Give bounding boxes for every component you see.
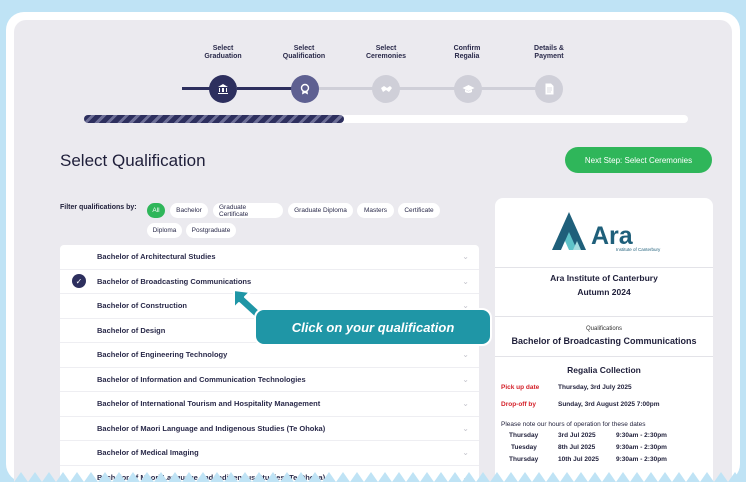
step-qualification[interactable] [291,75,319,103]
step-label-qualification: Select Qualification [282,45,326,60]
page-title: Select Qualification [60,151,206,170]
instruction-callout: Click on your qualification [254,308,492,346]
chevron-down-icon: ⌄ [462,399,469,409]
hours-time: 9:30am - 2:30pm [616,432,667,439]
qualification-name: Bachelor of Information and Communicatio… [97,374,306,384]
divider [495,316,713,317]
chevron-down-icon: ⌄ [462,252,469,262]
booking-panel: Select Graduation Select Qualification Sel… [14,20,732,482]
step-label-regalia: Confirm Regalia [453,45,481,60]
pickup-label: Pick up date [501,384,540,391]
check-icon: ✓ [72,274,86,289]
filter-chip-all[interactable]: All [147,203,165,218]
chevron-down-icon: ⌄ [462,448,469,458]
qualification-name: Bachelor of Broadcasting Communications [97,276,252,286]
filter-chip-graduate-certificate[interactable]: Graduate Certificate [213,203,283,218]
filter-chip-graduate-diploma[interactable]: Graduate Diploma [288,203,353,218]
qualification-name: Bachelor of Engineering Technology [97,350,228,360]
bank-icon [218,84,228,94]
next-step-button[interactable]: Next Step: Select Ceremonies [565,147,712,173]
hours-time: 9:30am - 2:30pm [616,456,667,463]
step-graduation[interactable] [209,75,237,103]
filter-chip-bachelor[interactable]: Bachelor [170,203,208,218]
qualification-name: Bachelor of International Tourism and Ho… [97,399,321,409]
mortarboard-icon [462,85,474,93]
qualification-item[interactable]: Bachelor of Maori Language and Indigenou… [60,417,479,441]
document-icon [545,83,553,95]
qualification-item[interactable]: Bachelor of International Tourism and Ho… [60,392,479,417]
chevron-down-icon: ⌄ [462,374,469,384]
qualification-name: Bachelor of Medical Imaging [97,448,199,458]
ara-logo: Ara Institute of Canterbury [495,198,713,267]
step-label-ceremonies: Select Ceremonies [365,45,407,60]
step-label-graduation: Select Graduation [204,45,242,60]
summary-panel: Ara Institute of Canterbury Ara Institut… [495,198,713,482]
step-regalia[interactable] [454,75,482,103]
hours-note: Please note our hours of operation for t… [501,421,646,428]
hours-day: Tuesday [511,444,537,451]
step-payment[interactable] [535,75,563,103]
divider [495,267,713,268]
dropoff-value: Sunday, 3rd August 2025 7:00pm [558,401,660,408]
ara-logo-mark: Ara Institute of Canterbury [552,212,661,252]
term: Autumn 2024 [577,287,631,297]
institution-name: Ara Institute of Canterbury [550,273,658,283]
hours-day: Thursday [509,456,539,463]
divider [495,356,713,357]
step-label-payment: Details & Payment [534,45,564,60]
qualification-label: Qualifications [585,326,623,332]
qualification-item[interactable]: Bachelor of Medical Imaging ⌄ [60,441,479,466]
qualification-name: Bachelor of Design [97,325,166,335]
award-icon [300,83,310,95]
chevron-down-icon: ⌄ [462,276,469,286]
qualification-item[interactable]: Bachelor of Architectural Studies ⌄ [60,245,479,270]
qualification-value: Bachelor of Broadcasting Communications [511,336,697,346]
progress-fill [84,115,344,123]
handshake-icon [380,86,392,92]
qualification-item[interactable]: Bachelor of Information and Communicatio… [60,368,479,392]
step-ceremonies[interactable] [372,75,400,103]
hours-day: Thursday [509,432,539,439]
qualification-name: Bachelor of Architectural Studies [97,252,216,262]
progress-bar [84,115,688,123]
qualification-name: Bachelor of Maori Language and Indigenou… [97,423,326,433]
logo-wordmark: Ara [591,222,634,250]
hours-date: 3rd Jul 2025 [558,432,596,439]
filter-chip-masters[interactable]: Masters [357,203,394,218]
logo-subtext: Institute of Canterbury [616,247,661,252]
filter-chip-diploma[interactable]: Diploma [147,223,182,238]
filter-chip-certificate[interactable]: Certificate [398,203,440,218]
qualification-name: Bachelor of Construction [97,301,188,311]
chevron-down-icon: ⌄ [462,350,469,360]
hours-date: 10th Jul 2025 [558,456,599,463]
regalia-title: Regalia Collection [567,365,641,375]
chevron-down-icon: ⌄ [462,423,469,433]
qualification-list: Bachelor of Architectural Studies ⌄ ✓ Ba… [60,245,479,482]
dropoff-label: Drop-off by [501,401,537,408]
qualification-item[interactable]: Bachelor of Engineering Technology ⌄ [60,343,479,368]
pickup-value: Thursday, 3rd July 2025 [558,384,632,391]
hours-date: 8th Jul 2025 [558,444,596,451]
filter-chip-postgraduate[interactable]: Postgraduate [186,223,236,238]
filter-label: Filter qualifications by: [60,204,137,211]
booking-card: Select Graduation Select Qualification Sel… [6,12,740,482]
hours-time: 9:30am - 2:30pm [616,444,667,451]
decorative-border [0,472,746,482]
